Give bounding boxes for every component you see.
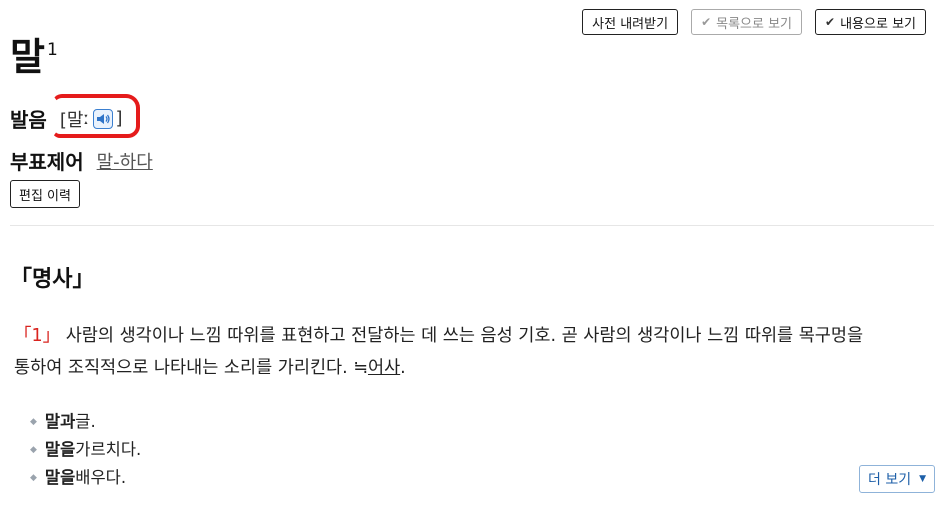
download-dictionary-button[interactable]: 사전 내려받기 xyxy=(582,9,679,35)
subentry-label: 부표제어 xyxy=(10,150,84,174)
edit-history-label: 편집 이력 xyxy=(19,188,71,204)
diamond-bullet-icon: ◆ xyxy=(30,445,37,455)
check-icon: ✔ xyxy=(701,15,712,29)
definition-number-close: 」 xyxy=(42,326,61,346)
divider xyxy=(10,225,934,226)
pronunciation-text: [말 xyxy=(59,109,84,131)
content-view-label: 내용으로 보기 xyxy=(840,16,916,32)
check-icon: ✔ xyxy=(825,15,836,29)
list-item: ◆ 말을 배우다. xyxy=(30,464,141,492)
caret-down-icon: ▼ xyxy=(919,474,926,484)
pronunciation-row: 발음 [말 ː ] xyxy=(10,104,123,133)
example-rest: 배우다. xyxy=(75,468,127,487)
headword: 말 1 xyxy=(10,34,58,80)
definition-body: 사람의 생각이나 느낌 따위를 표현하고 전달하는 데 쓰는 음성 기호. 곧 … xyxy=(14,326,864,378)
synonym-link[interactable]: 어사 xyxy=(368,358,400,378)
download-label: 사전 내려받기 xyxy=(592,16,669,32)
list-view-label: 목록으로 보기 xyxy=(716,16,793,32)
example-keyword: 말과 xyxy=(44,412,76,431)
example-keyword: 말을 xyxy=(44,468,76,487)
pronunciation-label: 발음 xyxy=(10,108,47,132)
definition-number: 1 xyxy=(31,326,43,346)
subentry-link[interactable]: 말-하다 xyxy=(97,148,153,174)
headword-number: 1 xyxy=(46,40,58,60)
long-vowel-mark: ː xyxy=(83,108,90,129)
example-rest: 글. xyxy=(75,412,96,431)
diamond-bullet-icon: ◆ xyxy=(30,473,37,483)
headword-text: 말 xyxy=(10,35,45,79)
content-view-button[interactable]: ✔ 내용으로 보기 xyxy=(815,9,926,35)
definition-end: . xyxy=(400,358,406,378)
pronunciation: [말 ː ] xyxy=(60,106,123,132)
more-examples-button[interactable]: 더 보기 ▼ xyxy=(858,465,935,493)
example-list: ◆ 말과 글. ◆ 말을 가르치다. ◆ 말을 배우다. xyxy=(30,408,141,492)
subentry-row: 부표제어 말-하다 xyxy=(10,146,153,175)
definition-number-open: 「 xyxy=(14,326,32,346)
list-item: ◆ 말과 글. xyxy=(30,408,141,436)
list-view-button[interactable]: ✔ 목록으로 보기 xyxy=(691,9,803,35)
definition-text: 「1」 사람의 생각이나 느낌 따위를 표현하고 전달하는 데 쓰는 음성 기호… xyxy=(14,320,884,384)
diamond-bullet-icon: ◆ xyxy=(30,417,37,427)
example-rest: 가르치다. xyxy=(75,440,142,459)
toolbar: 사전 내려받기 ✔ 목록으로 보기 ✔ 내용으로 보기 xyxy=(582,9,926,35)
list-item: ◆ 말을 가르치다. xyxy=(30,436,141,464)
example-keyword: 말을 xyxy=(44,440,76,459)
pronunciation-close: ] xyxy=(115,108,123,129)
speaker-icon[interactable] xyxy=(93,108,114,129)
edit-history-button[interactable]: 편집 이력 xyxy=(10,180,80,208)
more-label: 더 보기 xyxy=(867,472,912,488)
part-of-speech: 「명사」 xyxy=(10,267,95,292)
